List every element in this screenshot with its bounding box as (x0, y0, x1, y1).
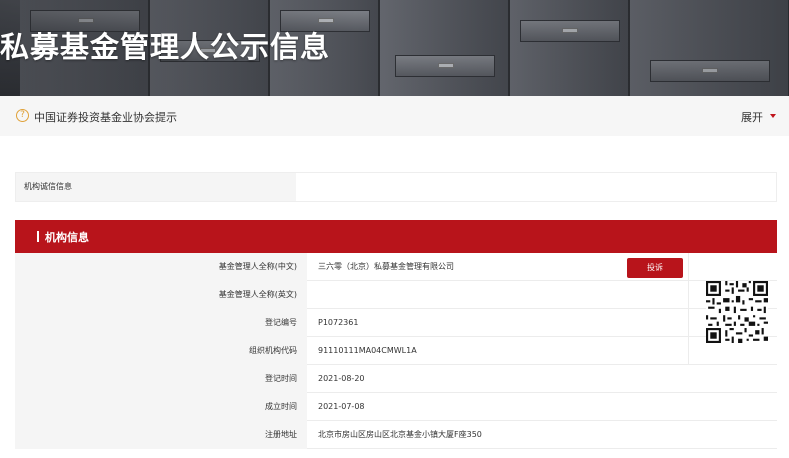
row-label: 组织机构代码 (15, 337, 307, 365)
header-banner: 私募基金管理人公示信息 (0, 0, 789, 96)
integrity-label: 机构诚信信息 (16, 173, 296, 201)
integrity-info-row: 机构诚信信息 (15, 172, 777, 202)
table-row: 成立时间 2021-07-08 (15, 393, 777, 421)
qr-cell (690, 253, 777, 365)
qr-code-icon (706, 281, 768, 343)
row-value: 北京市房山区房山区北京基金小镇大厦F座350 (318, 430, 482, 439)
complain-button[interactable]: 投诉 (627, 258, 683, 278)
notice-bar: ? 中国证券投资基金业协会提示 展开 (0, 96, 789, 136)
row-value: 91110111MA04CMWL1A (318, 346, 417, 355)
table-row: 登记时间 2021-08-20 (15, 365, 777, 393)
row-label: 成立时间 (15, 393, 307, 421)
row-value: 三六零（北京）私募基金管理有限公司 (318, 262, 454, 271)
question-circle-icon: ? (16, 109, 29, 122)
row-label: 登记时间 (15, 365, 307, 393)
table-row: 基金管理人全称(中文) 三六零（北京）私募基金管理有限公司 投诉 (15, 253, 777, 281)
caret-down-icon[interactable] (770, 114, 776, 118)
row-value: 2021-07-08 (318, 402, 365, 411)
row-label: 基金管理人全称(中文) (15, 253, 307, 281)
page-title: 私募基金管理人公示信息 (0, 30, 331, 64)
table-row: 组织机构代码 91110111MA04CMWL1A (15, 337, 777, 365)
row-label: 注册地址 (15, 421, 307, 449)
notice-text: 中国证券投资基金业协会提示 (34, 111, 177, 124)
section-header: 机构信息 (15, 220, 777, 253)
row-label: 基金管理人全称(英文) (15, 281, 307, 309)
row-label: 登记编号 (15, 309, 307, 337)
section-bar (37, 231, 39, 242)
expand-toggle[interactable]: 展开 (741, 109, 763, 125)
table-row: 注册地址 北京市房山区房山区北京基金小镇大厦F座350 (15, 421, 777, 449)
row-value: P1072361 (318, 318, 359, 327)
row-value: 2021-08-20 (318, 374, 365, 383)
table-row: 基金管理人全称(英文) (15, 281, 777, 309)
section-title: 机构信息 (45, 231, 89, 244)
table-row: 登记编号 P1072361 (15, 309, 777, 337)
